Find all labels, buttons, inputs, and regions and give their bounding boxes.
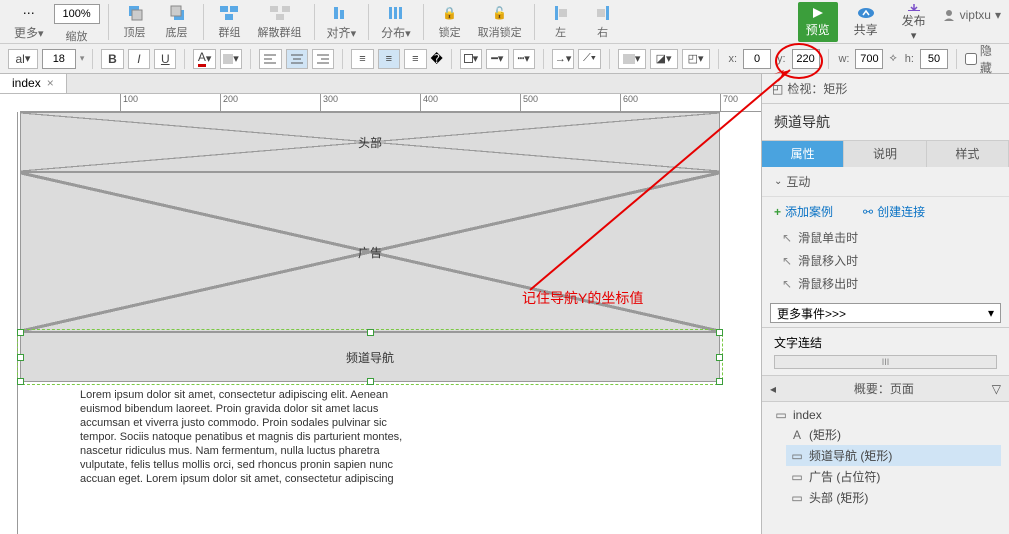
align-menu[interactable]: 对齐▾ <box>321 2 363 43</box>
link-icon: ⚯ <box>863 205 873 219</box>
border-width-button[interactable]: ━▾ <box>486 49 508 69</box>
valign-top-button[interactable]: ≡ <box>351 49 373 69</box>
outline-item-a[interactable]: A(矩形) <box>786 424 1001 445</box>
vertical-ruler <box>0 112 18 534</box>
corner-button[interactable]: ◰▾ <box>682 49 710 69</box>
bold-button[interactable]: B <box>101 49 123 69</box>
border-style-button[interactable]: ┅▾ <box>513 49 535 69</box>
font-family-select[interactable]: al▾ <box>8 49 38 69</box>
valign-mid-button[interactable]: ≡ <box>378 49 400 69</box>
shape-nav[interactable]: 频道导航 <box>20 332 720 382</box>
valign-bottom-button[interactable]: ≡ <box>404 49 426 69</box>
preview-button[interactable]: 预览 <box>798 2 838 42</box>
arrow-style-button[interactable]: →▾ <box>552 49 574 69</box>
user-icon <box>942 8 956 22</box>
border-color-button[interactable]: ▾ <box>460 49 482 69</box>
hide-checkbox[interactable]: 隐藏 <box>965 42 1001 76</box>
filter-icon[interactable]: ▽ <box>992 382 1001 396</box>
page-icon: ▭ <box>774 408 788 422</box>
halign-center-button[interactable] <box>286 49 308 69</box>
format-toolbar: al▾ ▾ B I U A▾ ▾ ≡ ≡ ≡� ▾ ━▾ ┅▾ →▾ ⟋▾ ▾ … <box>0 44 1009 74</box>
send-back-button[interactable]: 底层 <box>157 2 197 42</box>
publish-button[interactable]: 发布▾ <box>894 2 934 42</box>
shape-ad[interactable]: 广告 <box>20 172 720 332</box>
h-label: h: <box>905 53 914 65</box>
zoom-input[interactable]: 100% <box>54 4 100 24</box>
tab-properties[interactable]: 属性 <box>762 141 844 167</box>
design-canvas[interactable]: 头部 广告 频道导航 Lorem ipsum dolor sit amet, c… <box>20 112 761 534</box>
rect-icon: ▭ <box>790 449 804 463</box>
user-menu[interactable]: viptxu ▾ <box>942 8 1001 22</box>
opacity-button[interactable]: ◪▾ <box>650 49 678 69</box>
event-click[interactable]: ↖滑鼠单击时 <box>774 226 997 249</box>
right-panel: ◰检视：矩形 频道导航 属性 说明 样式 互动 +添加案例 ⚯创建连接 ↖滑鼠单… <box>762 74 1009 534</box>
cursor-icon: ↖ <box>782 277 792 291</box>
interactions-section-toggle[interactable]: 互动 <box>774 173 997 190</box>
top-toolbar: ⋯ 更多▾ 100% 缩放 顶层 底层 群组 解散群组 对齐▾ 分布▾ 🔒锁定 … <box>0 0 1009 44</box>
share-button[interactable]: 共享 <box>846 2 886 42</box>
more-events-dropdown[interactable]: 更多事件>>>▾ <box>770 303 1001 323</box>
horizontal-ruler: 100 200 300 400 500 600 700 <box>20 94 761 112</box>
outline-item-header[interactable]: ▭头部 (矩形) <box>786 487 1001 508</box>
bring-front-button[interactable]: 顶层 <box>115 2 155 42</box>
shape-header[interactable]: 头部 <box>20 112 720 172</box>
w-label: w: <box>838 53 849 65</box>
align-right-button[interactable]: 右 <box>583 2 623 42</box>
tab-style[interactable]: 样式 <box>927 141 1009 167</box>
outline-item-ad[interactable]: ▭广告 (占位符) <box>786 466 1001 487</box>
y-label: y: <box>777 53 786 65</box>
cursor-icon: ↖ <box>782 254 792 268</box>
text-link-label: 文字连结 <box>774 334 997 351</box>
text-link-scrollbar[interactable]: III <box>774 355 997 369</box>
lorem-text: Lorem ipsum dolor sit amet, consectetur … <box>80 388 420 486</box>
bg-fill-button[interactable]: ▾ <box>618 49 646 69</box>
event-mouse-leave[interactable]: ↖滑鼠移出时 <box>774 272 997 295</box>
group-button[interactable]: 群组 <box>210 2 250 42</box>
add-case-link[interactable]: +添加案例 <box>774 203 833 220</box>
distribute-menu[interactable]: 分布▾ <box>375 2 417 43</box>
cursor-icon: ↖ <box>782 231 792 245</box>
events-list: ↖滑鼠单击时 ↖滑鼠移入时 ↖滑鼠移出时 <box>762 226 1009 299</box>
page-tab-index[interactable]: index× <box>0 74 67 93</box>
x-label: x: <box>728 53 737 65</box>
page-tab-bar: index× <box>0 74 761 94</box>
halign-right-button[interactable] <box>312 49 334 69</box>
outline-item-nav[interactable]: ▭频道导航 (矩形) <box>786 445 1001 466</box>
w-input[interactable] <box>855 49 883 69</box>
fill-color-button[interactable]: ▾ <box>220 49 242 69</box>
panel-tabs: 属性 说明 样式 <box>762 141 1009 167</box>
close-tab-icon[interactable]: × <box>47 76 54 90</box>
x-input[interactable] <box>743 49 771 69</box>
placeholder-icon: ▭ <box>790 470 804 484</box>
underline-button[interactable]: U <box>154 49 176 69</box>
halign-left-button[interactable] <box>259 49 281 69</box>
inspect-label: 检视：矩形 <box>787 80 847 97</box>
outline-header: ◂概要：页面▽ <box>762 376 1009 402</box>
selected-name: 频道导航 <box>762 104 1009 141</box>
outline-tree: ▭index A(矩形) ▭频道导航 (矩形) ▭广告 (占位符) ▭头部 (矩… <box>762 402 1009 534</box>
ungroup-button[interactable]: 解散群组 <box>252 2 308 42</box>
plus-icon: + <box>774 205 781 219</box>
rect-icon: ▭ <box>790 491 804 505</box>
h-input[interactable] <box>920 49 948 69</box>
align-left-button[interactable]: 左 <box>541 2 581 42</box>
line-pattern-button[interactable]: ⟋▾ <box>578 49 600 69</box>
outline-root[interactable]: ▭index <box>770 406 1001 424</box>
y-input[interactable] <box>792 49 820 69</box>
tab-description[interactable]: 说明 <box>844 141 926 167</box>
italic-button[interactable]: I <box>128 49 150 69</box>
canvas-area: index× 100 200 300 400 500 600 700 头部 广告… <box>0 74 762 534</box>
font-color-button[interactable]: A▾ <box>193 49 215 69</box>
event-mouse-enter[interactable]: ↖滑鼠移入时 <box>774 249 997 272</box>
unlock-button[interactable]: 🔓取消锁定 <box>472 2 528 42</box>
create-link-link[interactable]: ⚯创建连接 <box>863 203 925 220</box>
more-menu[interactable]: ⋯ 更多▾ <box>8 2 50 43</box>
zoom-label: 缩放 <box>66 28 88 44</box>
font-size-input[interactable] <box>42 49 76 69</box>
lock-ratio-icon[interactable]: ⟡ <box>889 52 896 65</box>
lock-button[interactable]: 🔒锁定 <box>430 2 470 42</box>
